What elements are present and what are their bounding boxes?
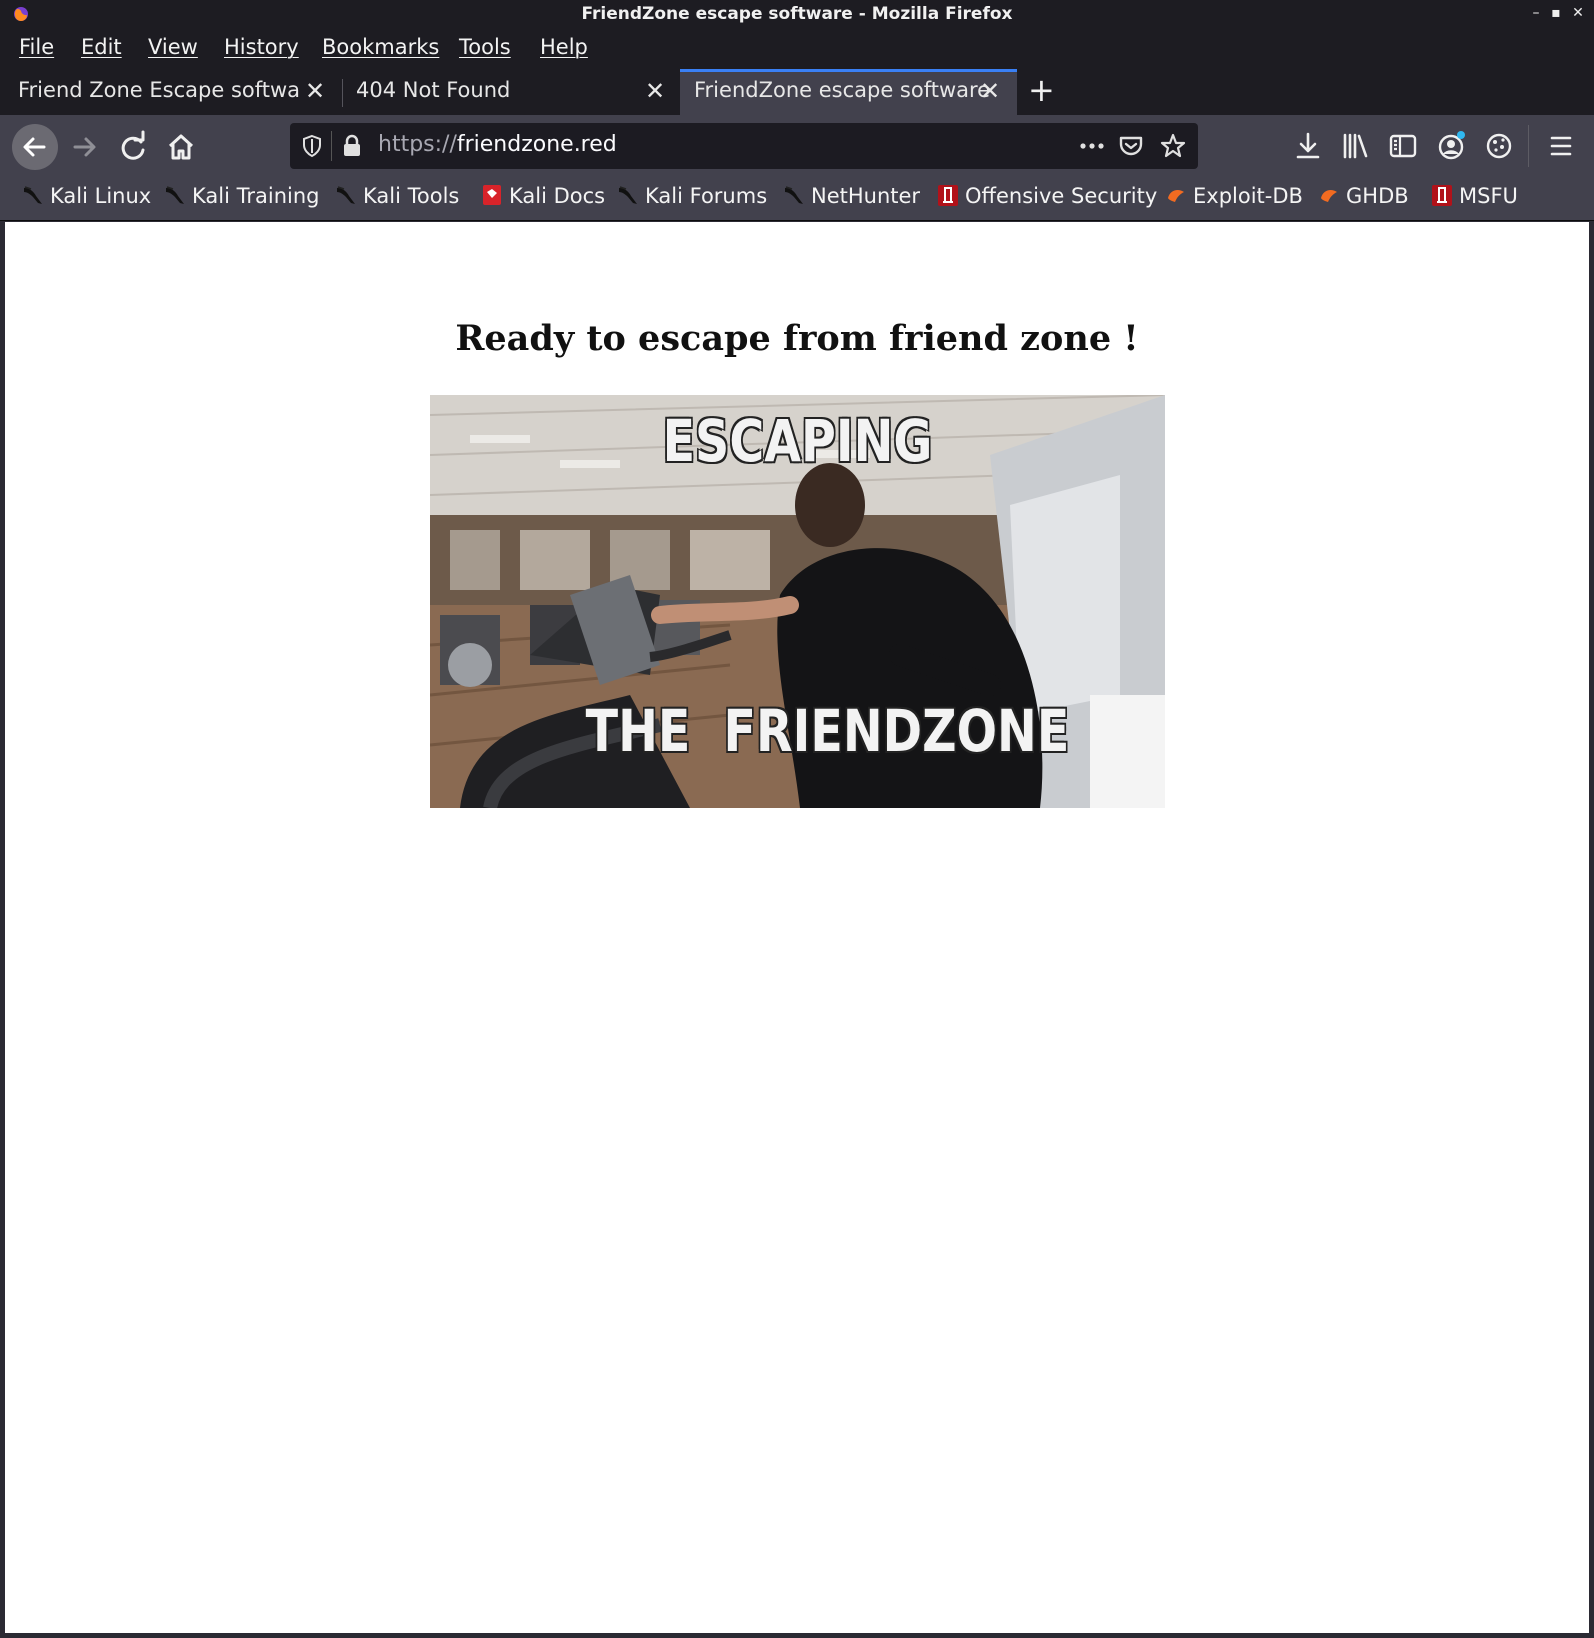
menu-tools[interactable]: Tools: [459, 35, 511, 59]
bookmark-msfu[interactable]: MSFU: [1431, 184, 1518, 214]
navigation-toolbar: https://friendzone.red: [0, 115, 1594, 177]
tab-label: 404 Not Found: [356, 78, 511, 102]
minimize-icon[interactable]: –: [1526, 3, 1546, 23]
account-icon[interactable]: [1432, 127, 1470, 165]
bookmark-label: GHDB: [1346, 184, 1409, 208]
gif-bottom-caption: THE FRIENDZONE: [585, 697, 1070, 765]
bookmark-label: Exploit-DB: [1193, 184, 1303, 208]
page-heading: Ready to escape from friend zone !: [455, 318, 1139, 359]
offsec-icon: [938, 185, 958, 206]
menu-history[interactable]: History: [224, 35, 299, 59]
offsec-icon: [1432, 185, 1452, 206]
tab-label: FriendZone escape software: [694, 78, 991, 102]
tab-close-icon[interactable]: ✕: [305, 77, 325, 105]
page-actions-more-icon[interactable]: [1078, 135, 1106, 157]
bookmark-label: Kali Training: [192, 184, 320, 208]
tab-bar: Friend Zone Escape software ✕ 404 Not Fo…: [0, 69, 1594, 115]
kali-dragon-icon: [619, 186, 637, 204]
window-title: FriendZone escape software - Mozilla Fir…: [581, 4, 1013, 24]
pocket-icon[interactable]: [1118, 133, 1144, 159]
bookmark-ghdb[interactable]: GHDB: [1318, 184, 1409, 214]
kali-docs-icon: [483, 185, 501, 205]
page-content: Ready to escape from friend zone ! ESCAP…: [5, 222, 1589, 1633]
bookmark-kali-docs[interactable]: Kali Docs: [481, 184, 605, 214]
bookmark-label: Kali Tools: [363, 184, 460, 208]
menu-view[interactable]: View: [148, 35, 198, 59]
forward-arrow-icon: [73, 137, 96, 157]
hamburger-menu-icon[interactable]: [1542, 127, 1580, 165]
bookmark-offensive-security[interactable]: Offensive Security: [937, 184, 1157, 214]
url-scheme: https://: [378, 132, 457, 157]
menu-bar: File Edit View History Bookmarks Tools H…: [0, 29, 1594, 69]
sidebar-icon[interactable]: [1384, 127, 1422, 165]
firefox-window: FriendZone escape software - Mozilla Fir…: [0, 0, 1594, 1638]
bookmark-label: Offensive Security: [965, 184, 1158, 208]
bookmark-kali-training[interactable]: Kali Training: [164, 184, 319, 214]
bookmark-label: MSFU: [1459, 184, 1518, 208]
tracking-shield-icon[interactable]: [300, 134, 324, 158]
bookmark-kali-tools[interactable]: Kali Tools: [335, 184, 459, 214]
bookmark-kali-forums[interactable]: Kali Forums: [617, 184, 767, 214]
bookmark-label: Kali Forums: [645, 184, 768, 208]
menu-edit[interactable]: Edit: [81, 35, 122, 59]
tab-close-icon[interactable]: ✕: [980, 77, 1000, 105]
close-window-icon[interactable]: ✕: [1568, 3, 1588, 23]
escaping-friendzone-gif: ESCAPING THE FRIENDZONE: [430, 395, 1165, 808]
bookmark-kali-linux[interactable]: Kali Linux: [22, 184, 151, 214]
home-icon: [168, 134, 194, 160]
menu-bookmarks[interactable]: Bookmarks: [322, 35, 439, 59]
back-arrow-icon: [12, 124, 58, 170]
tab-friend-zone-escape[interactable]: Friend Zone Escape software ✕: [0, 69, 335, 115]
new-tab-plus-icon[interactable]: +: [1028, 71, 1055, 109]
tab-friendzone-escape-active[interactable]: FriendZone escape software ✕: [680, 69, 1017, 115]
bookmark-exploit-db[interactable]: Exploit-DB: [1165, 184, 1303, 214]
toolbar-separator: [1528, 125, 1529, 167]
exploitdb-icon: [1168, 190, 1184, 202]
bookmark-label: Kali Linux: [50, 184, 152, 208]
url-separator: [331, 131, 332, 161]
bookmark-label: NetHunter: [811, 184, 921, 208]
kali-dragon-icon: [785, 186, 803, 204]
url-bar[interactable]: https://friendzone.red: [290, 123, 1198, 169]
title-bar: FriendZone escape software - Mozilla Fir…: [0, 0, 1594, 29]
downloads-icon[interactable]: [1289, 127, 1327, 165]
forward-button[interactable]: [62, 124, 108, 170]
reload-button[interactable]: [110, 124, 156, 170]
tab-close-icon[interactable]: ✕: [645, 77, 665, 105]
kali-dragon-icon: [337, 186, 355, 204]
bookmark-star-icon[interactable]: [1160, 133, 1186, 159]
menu-help[interactable]: Help: [540, 35, 588, 59]
cookie-extension-icon[interactable]: [1480, 127, 1518, 165]
url-text[interactable]: https://friendzone.red: [378, 132, 617, 157]
reload-icon: [121, 130, 145, 160]
back-button[interactable]: [12, 124, 58, 170]
kali-dragon-icon: [166, 186, 184, 204]
lock-icon[interactable]: [341, 134, 363, 158]
maximize-icon[interactable]: ▪: [1546, 3, 1566, 23]
home-button[interactable]: [158, 124, 204, 170]
url-host: friendzone.red: [456, 132, 617, 157]
bookmark-nethunter[interactable]: NetHunter: [783, 184, 920, 214]
bookmarks-toolbar: Kali Linux Kali Training Kali Tools Kali…: [0, 177, 1594, 221]
gif-top-caption: ESCAPING: [662, 407, 933, 475]
bookmark-label: Kali Docs: [509, 184, 606, 208]
exploitdb-icon: [1321, 190, 1337, 202]
tab-404-not-found[interactable]: 404 Not Found ✕: [338, 69, 678, 115]
kali-dragon-icon: [24, 186, 42, 204]
tab-label: Friend Zone Escape software: [18, 78, 300, 102]
library-icon[interactable]: [1336, 127, 1374, 165]
menu-file[interactable]: File: [19, 35, 54, 59]
